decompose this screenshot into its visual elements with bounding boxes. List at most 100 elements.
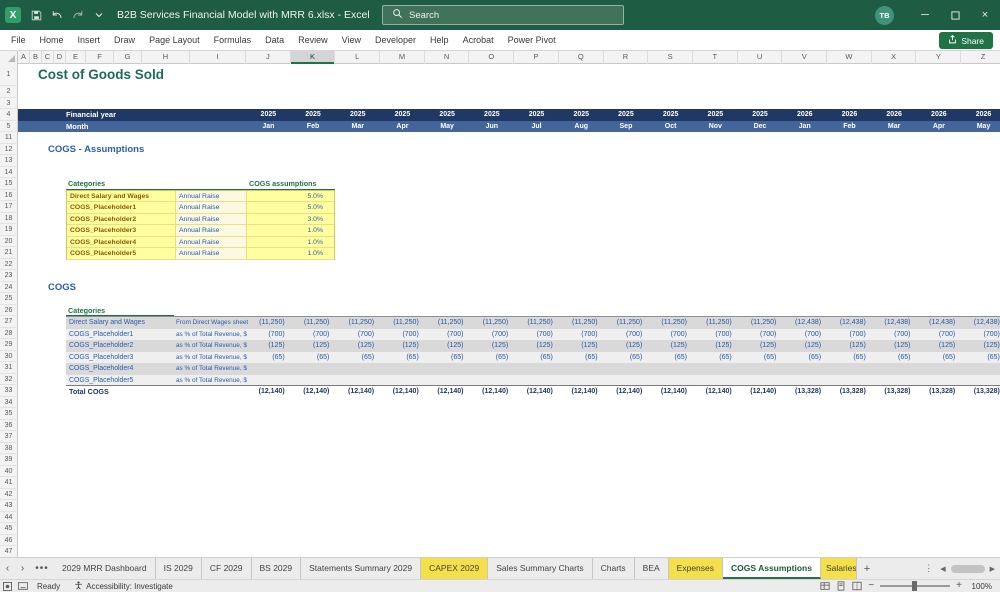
total-cogs-row[interactable]: Total COGS(12,140)(12,140)(12,140)(12,14… (66, 385, 1000, 397)
ribbon-tab-developer[interactable]: Developer (368, 30, 423, 51)
ribbon-tab-insert[interactable]: Insert (71, 30, 108, 51)
month-cell[interactable]: Jan (782, 121, 827, 133)
zoom-level[interactable]: 100% (968, 582, 992, 591)
row-header-18[interactable]: 18 (0, 213, 18, 225)
month-cell[interactable]: Jun (470, 121, 515, 133)
row-header-35[interactable]: 35 (0, 408, 18, 420)
ribbon-tab-power-pivot[interactable]: Power Pivot (501, 30, 563, 51)
row-header-31[interactable]: 31 (0, 362, 18, 374)
row-header-11[interactable]: 11 (0, 132, 18, 144)
year-cell[interactable]: 2026 (872, 109, 917, 121)
assumption-value-input[interactable]: 5.0% (247, 191, 334, 203)
month-cell[interactable]: Aug (559, 121, 604, 133)
row-header-16[interactable]: 16 (0, 190, 18, 202)
column-header-g[interactable]: G (114, 51, 142, 64)
year-cell[interactable]: 2025 (291, 109, 336, 121)
year-cell[interactable]: 2025 (470, 109, 515, 121)
assumption-value-input[interactable]: 1.0% (247, 237, 334, 249)
cogs-row[interactable]: COGS_Placeholder1as % of Total Revenue, … (66, 329, 1000, 341)
column-header-s[interactable]: S (648, 51, 693, 64)
column-header-x[interactable]: X (872, 51, 917, 64)
column-header-n[interactable]: N (425, 51, 470, 64)
sheet-tab-charts[interactable]: Charts (593, 558, 635, 579)
column-header-j[interactable]: J (246, 51, 291, 64)
select-all-corner[interactable] (0, 51, 18, 64)
month-cell[interactable]: Sep (604, 121, 649, 133)
year-cell[interactable]: 2025 (246, 109, 291, 121)
assumption-method[interactable]: Annual Raise (175, 248, 247, 260)
page-layout-view-icon[interactable] (836, 581, 846, 591)
row-header-38[interactable]: 38 (0, 443, 18, 455)
assumption-category[interactable]: COGS_Placeholder5 (67, 248, 175, 260)
month-row[interactable]: Month JanFebMarAprMayJunJulAugSepOctNovD… (18, 121, 1000, 133)
year-cell[interactable]: 2025 (648, 109, 693, 121)
row-header-23[interactable]: 23 (0, 270, 18, 282)
row-header-22[interactable]: 22 (0, 259, 18, 271)
row-header-36[interactable]: 36 (0, 420, 18, 432)
month-cell[interactable]: Jan (246, 121, 291, 133)
column-header-i[interactable]: I (190, 51, 246, 64)
row-header-28[interactable]: 28 (0, 328, 18, 340)
row-header-47[interactable]: 47 (0, 546, 18, 557)
row-header-21[interactable]: 21 (0, 247, 18, 259)
user-avatar[interactable]: TB (875, 6, 894, 25)
sheet-nav-left-arrow[interactable]: ‹ (0, 558, 15, 579)
tab-overflow-icon[interactable]: ⋮ (922, 563, 935, 574)
column-header-z[interactable]: Z (961, 51, 1000, 64)
ribbon-tab-draw[interactable]: Draw (107, 30, 142, 51)
column-header-f[interactable]: F (86, 51, 114, 64)
row-header-4[interactable]: 4 (0, 109, 18, 121)
row-header-45[interactable]: 45 (0, 523, 18, 535)
month-cell[interactable]: May (961, 121, 1000, 133)
year-cell[interactable]: 2025 (514, 109, 559, 121)
year-cell[interactable]: 2025 (693, 109, 738, 121)
column-header-y[interactable]: Y (917, 51, 962, 64)
column-header-a[interactable]: A (18, 51, 30, 64)
assumption-method[interactable]: Annual Raise (175, 237, 247, 249)
column-header-q[interactable]: Q (559, 51, 604, 64)
row-header-34[interactable]: 34 (0, 397, 18, 409)
row-header-43[interactable]: 43 (0, 500, 18, 512)
year-cell[interactable]: 2025 (380, 109, 425, 121)
cogs-row[interactable]: COGS_Placeholder4as % of Total Revenue, … (66, 363, 1000, 375)
keyboard-icon[interactable] (15, 582, 31, 590)
undo-icon[interactable] (47, 4, 67, 26)
month-cell[interactable]: May (425, 121, 470, 133)
cogs-row[interactable]: COGS_Placeholder2as % of Total Revenue, … (66, 340, 1000, 352)
hscroll-left-arrow[interactable]: ◀ (938, 565, 947, 573)
sheet-tab-sales-summary-charts[interactable]: Sales Summary Charts (488, 558, 592, 579)
month-cell[interactable]: Feb (827, 121, 872, 133)
column-header-l[interactable]: L (335, 51, 380, 64)
row-header-32[interactable]: 32 (0, 374, 18, 386)
hscroll-right-arrow[interactable]: ▶ (988, 565, 997, 573)
column-header-o[interactable]: O (470, 51, 515, 64)
column-header-u[interactable]: U (738, 51, 783, 64)
column-header-d[interactable]: D (54, 51, 66, 64)
row-header-39[interactable]: 39 (0, 454, 18, 466)
sheet-tab-is-2029[interactable]: IS 2029 (156, 558, 202, 579)
column-header-t[interactable]: T (693, 51, 738, 64)
accessibility-status[interactable]: Accessibility: Investigate (68, 581, 173, 592)
month-cell[interactable]: Mar (335, 121, 380, 133)
month-cell[interactable]: Feb (291, 121, 336, 133)
row-header-19[interactable]: 19 (0, 224, 18, 236)
sheet-tab-statements-summary-2029[interactable]: Statements Summary 2029 (301, 558, 421, 579)
column-header-k[interactable]: K (291, 51, 336, 64)
assumption-category[interactable]: COGS_Placeholder3 (67, 225, 175, 237)
row-header-20[interactable]: 20 (0, 236, 18, 248)
column-header-w[interactable]: W (827, 51, 872, 64)
row-header-26[interactable]: 26 (0, 305, 18, 317)
row-header-30[interactable]: 30 (0, 351, 18, 363)
row-header-29[interactable]: 29 (0, 339, 18, 351)
column-header-r[interactable]: R (604, 51, 649, 64)
row-header-3[interactable]: 3 (0, 98, 18, 110)
month-cell[interactable]: Oct (648, 121, 693, 133)
ribbon-tab-formulas[interactable]: Formulas (207, 30, 259, 51)
year-cell[interactable]: 2025 (425, 109, 470, 121)
month-cell[interactable]: Apr (917, 121, 962, 133)
assumption-value-input[interactable]: 1.0% (247, 248, 334, 260)
record-macro-icon[interactable] (0, 582, 15, 591)
assumption-category[interactable]: COGS_Placeholder4 (67, 237, 175, 249)
row-header-1[interactable]: 1 (0, 64, 18, 86)
row-header-27[interactable]: 27 (0, 316, 18, 328)
